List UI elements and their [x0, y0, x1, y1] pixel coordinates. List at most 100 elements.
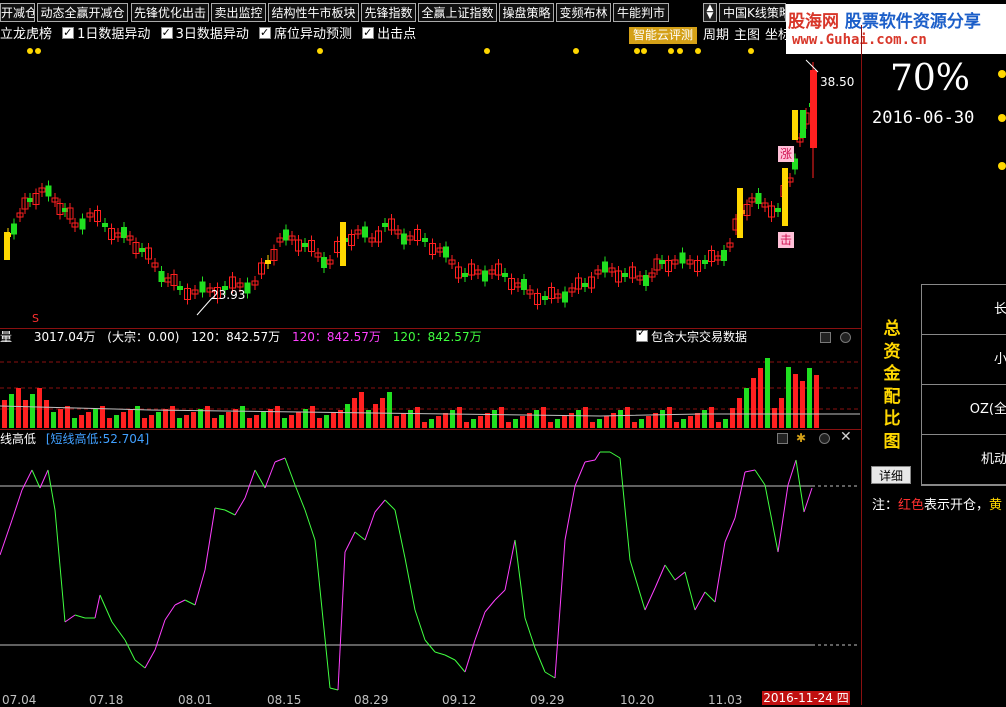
- volume-bar: [394, 416, 399, 428]
- candle-body: [562, 291, 568, 303]
- osc-title: 线高低: [0, 432, 37, 446]
- event-dot[interactable]: [641, 48, 647, 54]
- volume-title: 量: [0, 330, 13, 344]
- candle-body: [283, 229, 289, 241]
- candle-body: [340, 222, 346, 266]
- volume-bar: [450, 410, 455, 428]
- candle-body: [482, 270, 488, 282]
- candle-body: [79, 218, 86, 230]
- osc-segment: [204, 507, 216, 571]
- volume-bar: [688, 416, 693, 428]
- candle-body: [45, 185, 52, 197]
- osc-segment: [254, 469, 266, 489]
- volume-bar: [667, 407, 672, 428]
- candle-body: [177, 286, 183, 290]
- title-char: 图: [883, 431, 901, 452]
- volume-bar: [625, 407, 630, 428]
- osc-value: [短线高低:52.704]: [45, 432, 150, 446]
- volume-bar: [198, 409, 203, 428]
- signal-s-marker: S: [32, 312, 39, 325]
- osc-close-icon[interactable]: ✕: [840, 429, 852, 445]
- osc-segment: [564, 485, 576, 541]
- candle-body: [462, 273, 468, 277]
- stock-chart-canvas[interactable]: [0, 0, 862, 705]
- include-dazong-label[interactable]: 包含大宗交易数据: [651, 330, 747, 344]
- candle-body: [362, 226, 368, 238]
- osc-segment: [47, 469, 56, 511]
- osc-segment: [494, 589, 506, 601]
- osc-segment: [184, 599, 196, 606]
- candle-body: [4, 232, 10, 260]
- volume-bar: [590, 422, 595, 428]
- current-date: 2016-11-24: [763, 691, 833, 705]
- volume-bar: [37, 388, 42, 428]
- osc-zoom-icon[interactable]: [819, 433, 830, 444]
- osc-segment: [384, 499, 396, 511]
- osc-segment: [304, 509, 316, 541]
- volume-bar: [177, 418, 182, 428]
- include-dazong-checkbox[interactable]: [636, 326, 648, 342]
- osc-segment: [214, 507, 226, 511]
- volume-bar: [429, 419, 434, 428]
- volume-bar: [247, 418, 252, 428]
- volume-bar: [499, 407, 504, 428]
- title-char: 比: [883, 409, 901, 429]
- volume-bar: [723, 419, 728, 428]
- volume-bar: [114, 415, 119, 428]
- volume-bar: [548, 422, 553, 428]
- osc-segment: [314, 539, 331, 689]
- volume-bar: [744, 388, 749, 428]
- osc-minimize-icon[interactable]: [777, 433, 788, 444]
- volume-zoom-icon[interactable]: [840, 332, 851, 343]
- volume-bar: [422, 422, 427, 428]
- detail-button[interactable]: 详细: [871, 466, 911, 484]
- osc-pin-icon[interactable]: ✱: [796, 431, 806, 445]
- volume-bar: [674, 422, 679, 428]
- event-dot[interactable]: [634, 48, 640, 54]
- volume-bar: [464, 422, 469, 428]
- candle-body: [321, 257, 327, 268]
- volume-bar: [296, 412, 301, 428]
- volume-bar: [30, 394, 35, 428]
- event-dot[interactable]: [27, 48, 33, 54]
- event-dot[interactable]: [748, 48, 754, 54]
- volume-bar: [282, 418, 287, 428]
- osc-segment: [414, 609, 426, 641]
- osc-segment: [504, 539, 516, 591]
- osc-segment: [524, 617, 536, 649]
- include-dazong-toggle[interactable]: 包含大宗交易数据: [636, 326, 747, 344]
- event-dot[interactable]: [484, 48, 490, 54]
- osc-segment: [534, 647, 546, 673]
- volume-bar: [184, 415, 189, 428]
- position-percent: 70%: [890, 58, 971, 99]
- volume-total: 3017.04万: [33, 330, 96, 344]
- volume-bar: [191, 412, 196, 428]
- osc-segment: [164, 604, 176, 621]
- event-dot[interactable]: [35, 48, 41, 54]
- current-date-badge: 2016-11-24 四: [762, 691, 850, 705]
- volume-bar: [702, 410, 707, 428]
- event-dot[interactable]: [668, 48, 674, 54]
- note-prefix: 注：: [872, 498, 899, 513]
- osc-segment: [594, 451, 601, 461]
- osc-segment: [629, 559, 646, 611]
- volume-bar: [9, 394, 14, 428]
- volume-bar: [604, 416, 609, 428]
- volume-bar: [709, 407, 714, 428]
- event-dot[interactable]: [573, 48, 579, 54]
- volume-bar: [240, 406, 245, 428]
- event-dot[interactable]: [317, 48, 323, 54]
- candle-body: [679, 252, 686, 264]
- candle-body: [782, 168, 788, 226]
- volume-bar: [408, 410, 413, 428]
- volume-bar: [72, 418, 77, 428]
- event-dot[interactable]: [695, 48, 701, 54]
- osc-segment: [224, 509, 236, 516]
- volume-minimize-icon[interactable]: [820, 332, 831, 343]
- event-dot[interactable]: [677, 48, 683, 54]
- volume-bar: [44, 400, 49, 428]
- oscillator-lines: [0, 451, 860, 691]
- note-yellow: 黄: [989, 498, 1003, 513]
- osc-header: 线高低 [短线高低:52.704]: [0, 431, 149, 447]
- volume-bar: [443, 413, 448, 428]
